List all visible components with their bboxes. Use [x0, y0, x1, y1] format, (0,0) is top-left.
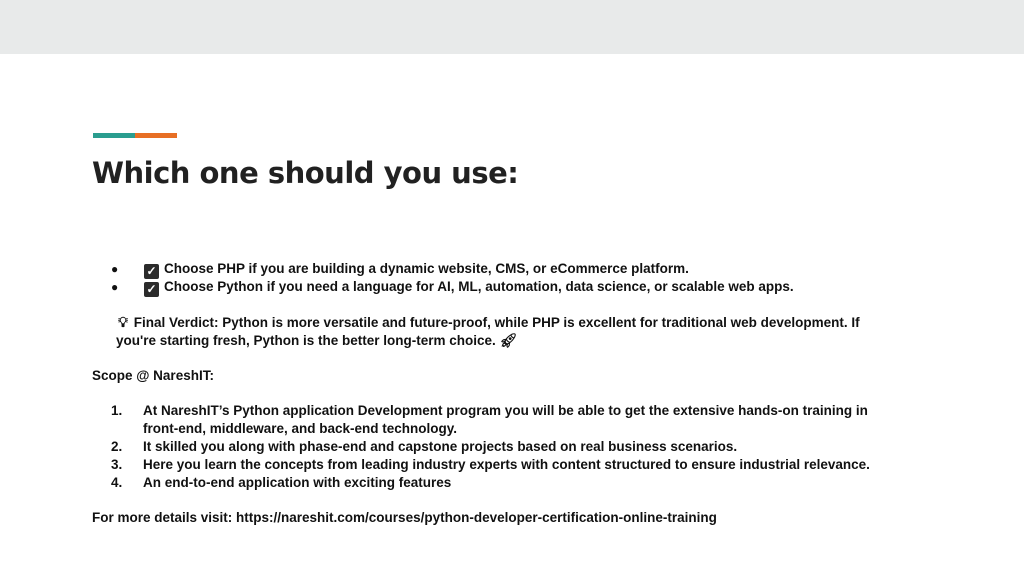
scope-item-2: It skilled you along with phase-end and …: [143, 439, 738, 454]
bullet-item-php: ✓ Choose PHP if you are building a dynami…: [144, 260, 689, 279]
rocket-icon: 🚀︎: [499, 332, 518, 348]
list-number: 4.: [111, 475, 123, 490]
details-link-text[interactable]: For more details visit: https://nareshit…: [92, 509, 717, 527]
checkbox-icon: ✓: [144, 264, 159, 279]
lightbulb-icon: 💡︎: [118, 314, 128, 330]
top-band: [0, 0, 1024, 54]
slide-title: Which one should you use:: [92, 156, 519, 190]
bullet-marker: ●: [111, 262, 119, 276]
scope-item-4: An end-to-end application with exciting …: [143, 475, 452, 490]
verdict-line-1: 💡︎ Final Verdict: Python is more versati…: [116, 313, 860, 332]
checkbox-icon: ✓: [144, 282, 159, 297]
scope-item-3: Here you learn the concepts from leading…: [143, 457, 870, 472]
bullet-marker: ●: [111, 280, 119, 294]
bullet-item-python: ✓ Choose Python if you need a language fo…: [144, 278, 794, 297]
scope-item-1-line-2: front-end, middleware, and back-end tech…: [143, 421, 458, 436]
scope-item-1-line-1: At NareshIT’s Python application Develop…: [143, 403, 868, 418]
accent-orange-segment: [135, 133, 177, 138]
bullet-text: Choose PHP if you are building a dynamic…: [164, 261, 689, 276]
scope-heading: Scope @ NareshIT:: [92, 368, 214, 383]
accent-teal-segment: [93, 133, 135, 138]
list-number: 1.: [111, 403, 123, 418]
bullet-text: Choose Python if you need a language for…: [164, 279, 794, 294]
verdict-line-2: you're starting fresh, Python is the bet…: [116, 332, 518, 348]
list-number: 2.: [111, 439, 123, 454]
title-accent-bar: [93, 133, 177, 138]
list-number: 3.: [111, 457, 123, 472]
